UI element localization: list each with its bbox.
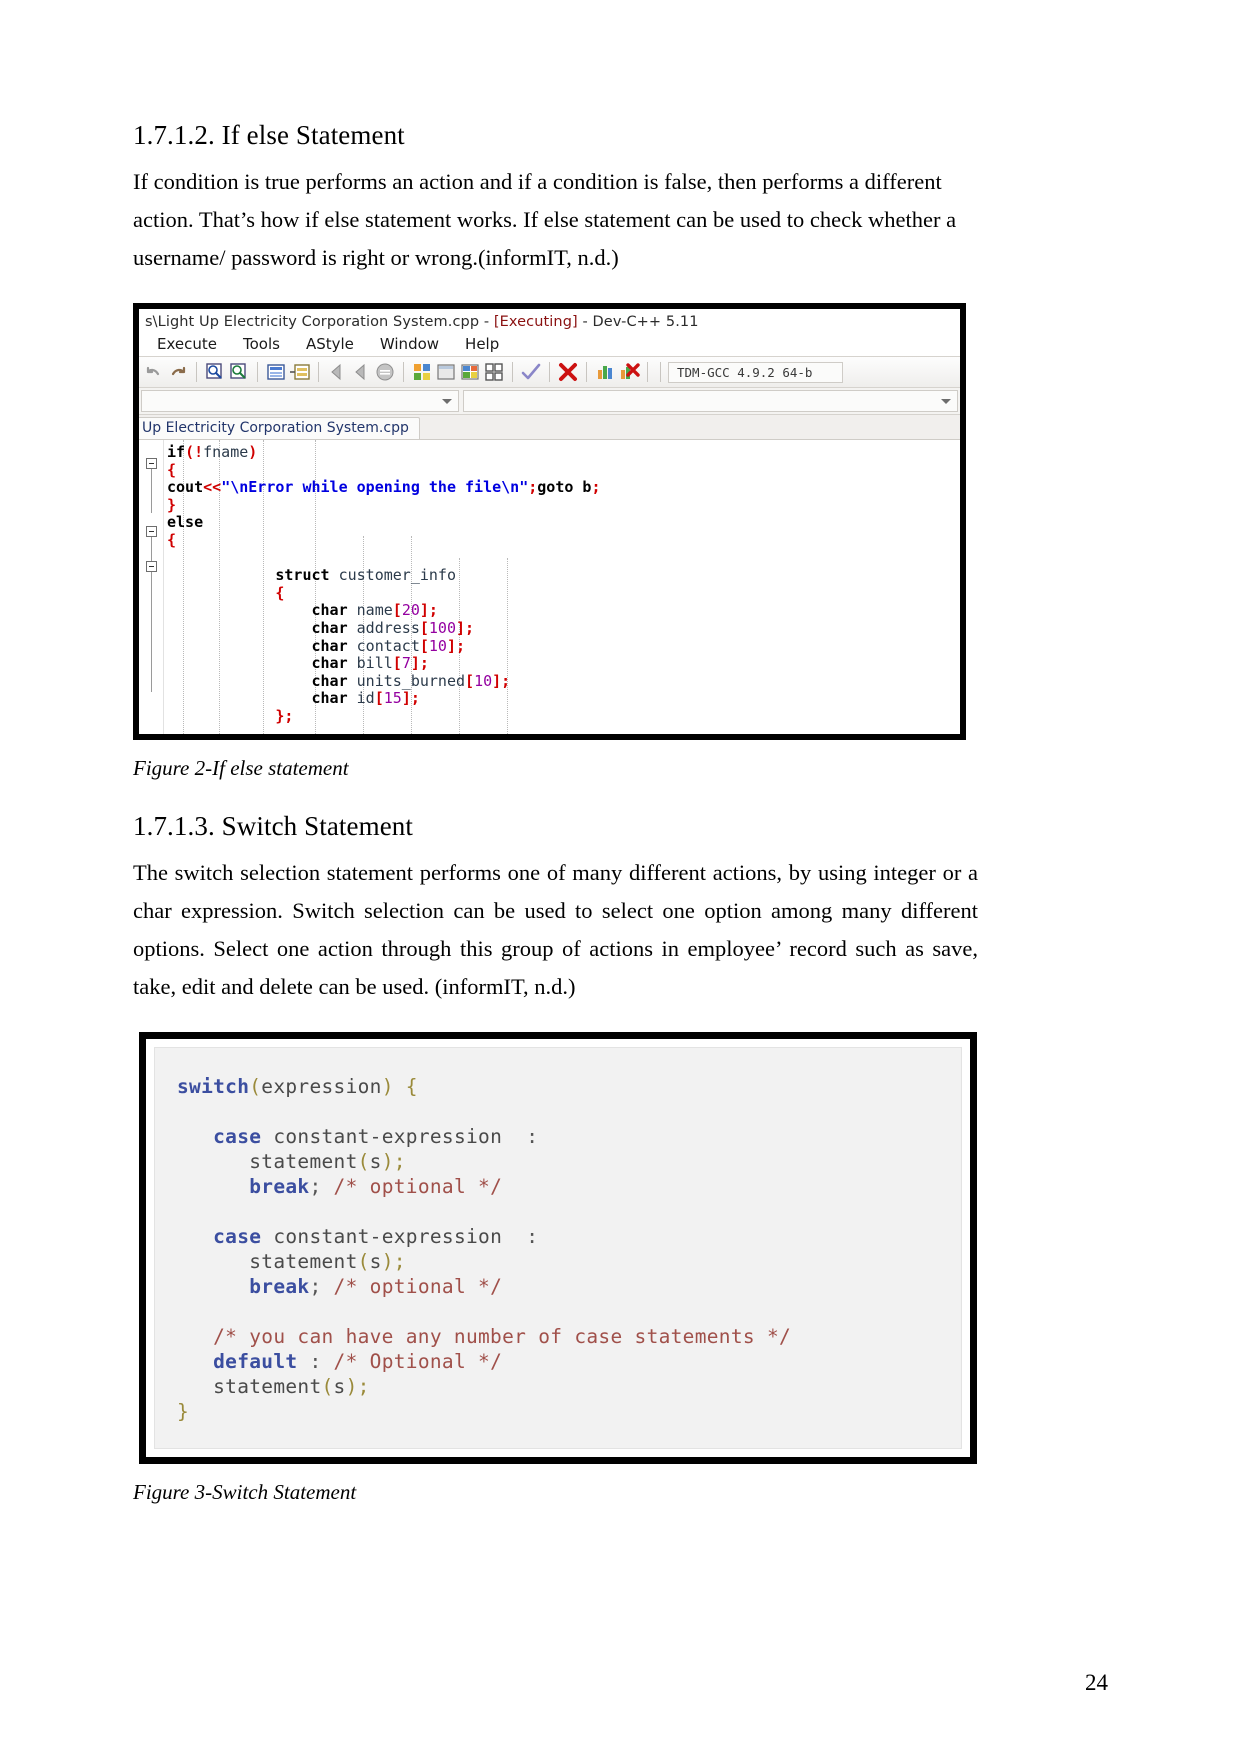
code-editor[interactable]: if(!fname) { cout<<"\nError while openin… [139,440,960,734]
chevron-down-icon [941,398,951,404]
section-paragraph-switch: The switch selection statement performs … [133,860,978,999]
stop-execution-icon[interactable] [557,361,579,383]
figure-3-caption: Figure 3-Switch Statement [133,1480,357,1504]
toolbar-separator [512,362,513,382]
syntax-check-icon[interactable] [520,361,542,383]
page-content: 1.7.1.2. If else Statement If condition … [133,120,978,1505]
toolbar-separator [196,362,197,382]
editor-code-area[interactable]: if(!fname) { cout<<"\nError while openin… [167,443,960,734]
find-icon[interactable] [204,361,226,383]
menu-item-execute[interactable]: Execute [157,335,217,353]
ide-title-executing: [Executing] [493,314,578,330]
section-heading-switch: 1.7.1.3. Switch Statement [133,811,413,841]
toolbar-separator [586,362,587,382]
redo-arrow-icon[interactable] [167,361,189,383]
menu-item-window[interactable]: Window [380,335,439,353]
section-paragraph-if-else: If condition is true performs an action … [133,169,957,270]
forward-nav-icon[interactable] [350,361,372,383]
toolbar-separator [318,362,319,382]
chevron-down-icon [442,398,452,404]
rebuild-all-icon[interactable] [483,361,505,383]
ide-toolbar[interactable]: TDM-GCC 4.9.2 64-b [139,356,960,388]
goto-function-icon[interactable] [289,361,311,383]
document-page: 1.7.1.2. If else Statement If condition … [0,0,1241,1754]
toggle-breakpoint-icon[interactable] [374,361,396,383]
member-combo[interactable] [463,390,958,412]
class-browser-combo[interactable] [141,390,459,412]
profile-analysis-icon[interactable] [594,361,616,383]
toolbar-separator [403,362,404,382]
ide-title-version: - Dev-C++ 5.11 [577,314,699,330]
back-nav-icon[interactable] [326,361,348,383]
ide-title-text: s\Light Up Electricity Corporation Syste… [145,314,494,330]
toolbar-separator [660,362,661,382]
compiler-select[interactable]: TDM-GCC 4.9.2 64-b [668,361,843,383]
toolbar-separator [257,362,258,382]
compile-and-run-icon[interactable] [459,361,481,383]
page-number: 24 [1085,1670,1108,1695]
menu-item-help[interactable]: Help [465,335,499,353]
toolbar-separator [647,362,648,382]
undo-arrow-icon[interactable] [143,361,165,383]
figure-3-image: switch(expression) { case constant-expre… [139,1032,977,1464]
switch-code-block: switch(expression) { case constant-expre… [154,1047,962,1449]
editor-tab-file[interactable]: Up Electricity Corporation System.cpp [139,417,420,439]
ide-menu-bar[interactable]: Execute Tools AStyle Window Help [139,333,960,356]
goto-line-icon[interactable] [265,361,287,383]
find-next-icon[interactable] [228,361,250,383]
figure-2-caption: Figure 2-If else statement [133,756,349,780]
dev-cpp-window: s\Light Up Electricity Corporation Syste… [139,309,960,734]
section-heading-if-else: 1.7.1.2. If else Statement [133,120,405,150]
menu-item-tools[interactable]: Tools [243,335,280,353]
menu-item-astyle[interactable]: AStyle [306,335,354,353]
toolbar-separator [549,362,550,382]
ide-navigation-combos[interactable] [139,388,960,415]
ide-title-bar: s\Light Up Electricity Corporation Syste… [139,309,960,333]
figure-2-image: s\Light Up Electricity Corporation Syste… [133,303,966,740]
delete-profile-icon[interactable] [618,361,640,383]
compile-icon[interactable] [411,361,433,383]
run-icon[interactable] [435,361,457,383]
ide-editor-tabs[interactable]: Up Electricity Corporation System.cpp [139,415,960,440]
